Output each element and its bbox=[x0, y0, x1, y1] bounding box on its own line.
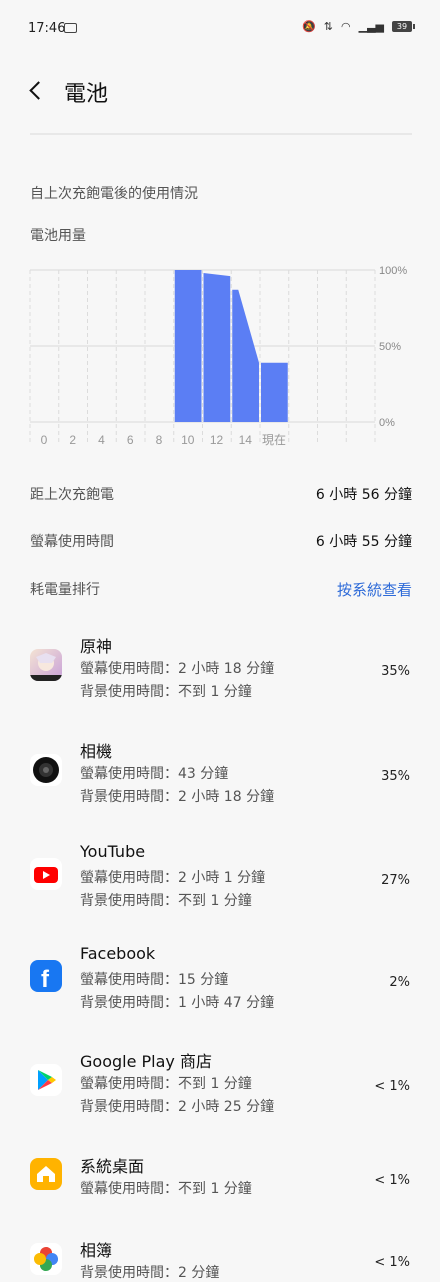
x-tick-label: 2 bbox=[69, 433, 76, 447]
app-percent: < 1% bbox=[374, 1173, 410, 1188]
x-tick-label: 6 bbox=[127, 433, 134, 447]
app-item-genshin[interactable]: 原神 螢幕使用時間：2 小時 18 分鐘 背景使用時間：不到 1 分鐘 35% bbox=[30, 633, 412, 703]
app-header: 電池 bbox=[0, 68, 440, 112]
screen-time-value: 6 小時 55 分鐘 bbox=[315, 534, 412, 550]
battery-usage-chart: 100% 50% 0% 0 2 4 6 8 10 12 14 現在 bbox=[29, 262, 410, 454]
app-background-time: 背景使用時間：不到 1 分鐘 bbox=[80, 893, 252, 909]
youtube-icon bbox=[30, 858, 62, 890]
app-name: 系統桌面 bbox=[80, 1157, 145, 1176]
ranking-label: 耗電量排行 bbox=[30, 582, 100, 598]
app-name: 原神 bbox=[80, 637, 113, 656]
app-name: Google Play 商店 bbox=[80, 1052, 212, 1071]
google-play-icon bbox=[30, 1064, 62, 1096]
app-percent: 35% bbox=[381, 769, 410, 784]
app-name: YouTube bbox=[80, 842, 146, 861]
chart-area-segment bbox=[174, 270, 202, 422]
chart-area-segment bbox=[261, 362, 288, 422]
photos-icon bbox=[30, 1243, 62, 1275]
app-screen-time: 螢幕使用時間：2 小時 18 分鐘 bbox=[80, 661, 275, 677]
app-screen-time: 螢幕使用時間：不到 1 分鐘 bbox=[80, 1181, 252, 1197]
app-background-time: 背景使用時間：2 小時 18 分鐘 bbox=[80, 789, 275, 805]
app-background-time: 背景使用時間：2 分鐘 bbox=[80, 1265, 220, 1281]
x-tick-label: 4 bbox=[98, 433, 105, 447]
status-bar: 17:46 🔕 ⇅ ◠ ▁▃▅ 39 bbox=[0, 0, 440, 60]
status-time: 17:46 bbox=[28, 21, 66, 36]
facebook-icon: f bbox=[30, 960, 62, 993]
app-percent: < 1% bbox=[374, 1255, 410, 1270]
cast-icon bbox=[64, 23, 77, 33]
x-tick-label: 12 bbox=[210, 433, 224, 447]
app-percent: < 1% bbox=[374, 1079, 410, 1094]
app-screen-time: 螢幕使用時間：不到 1 分鐘 bbox=[80, 1076, 252, 1092]
app-name: 相機 bbox=[80, 742, 113, 761]
back-icon[interactable] bbox=[24, 74, 48, 106]
app-background-time: 背景使用時間：1 小時 47 分鐘 bbox=[80, 995, 275, 1011]
y-tick-label: 0% bbox=[379, 417, 395, 429]
app-percent: 27% bbox=[381, 873, 410, 888]
app-item-youtube[interactable]: YouTube 螢幕使用時間：2 小時 1 分鐘 背景使用時間：不到 1 分鐘 … bbox=[30, 842, 412, 912]
genshin-icon bbox=[30, 649, 62, 681]
view-by-system-link[interactable]: 按系統查看 bbox=[337, 579, 412, 600]
chart-area-segment bbox=[232, 289, 259, 422]
page-title: 電池 bbox=[64, 82, 109, 107]
x-tick-label: 10 bbox=[181, 433, 195, 447]
since-charge-row: 距上次充飽電 6 小時 56 分鐘 bbox=[30, 480, 412, 508]
since-charge-value: 6 小時 56 分鐘 bbox=[315, 487, 412, 503]
home-icon bbox=[30, 1158, 62, 1190]
camera-icon bbox=[30, 754, 62, 786]
x-tick-label: 8 bbox=[156, 433, 163, 447]
screen-time-label: 螢幕使用時間 bbox=[30, 534, 114, 550]
app-item-facebook[interactable]: f Facebook 螢幕使用時間：15 分鐘 背景使用時間：1 小時 47 分… bbox=[30, 944, 412, 1014]
screen-time-row: 螢幕使用時間 6 小時 55 分鐘 bbox=[30, 527, 412, 555]
app-background-time: 背景使用時間：2 小時 25 分鐘 bbox=[80, 1099, 275, 1115]
app-name: Facebook bbox=[80, 944, 156, 963]
ranking-row: 耗電量排行 按系統查看 bbox=[30, 575, 412, 603]
x-tick-label: 14 bbox=[239, 433, 253, 447]
x-tick-label: 0 bbox=[41, 433, 48, 447]
mute-icon: 🔕 bbox=[302, 20, 316, 33]
app-screen-time: 螢幕使用時間：2 小時 1 分鐘 bbox=[80, 870, 266, 886]
since-charge-label: 距上次充飽電 bbox=[30, 487, 114, 503]
app-item-launcher[interactable]: 系統桌面 螢幕使用時間：不到 1 分鐘 < 1% bbox=[30, 1153, 412, 1201]
app-screen-time: 螢幕使用時間：15 分鐘 bbox=[80, 972, 229, 988]
app-percent: 35% bbox=[381, 664, 410, 679]
app-percent: 2% bbox=[389, 975, 410, 990]
app-item-photos[interactable]: 相簿 背景使用時間：2 分鐘 < 1% bbox=[30, 1237, 412, 1281]
wifi-icon: ◠ bbox=[341, 20, 351, 33]
status-icons: 🔕 ⇅ ◠ ▁▃▅ 39 bbox=[302, 20, 415, 33]
app-name: 相簿 bbox=[80, 1241, 113, 1260]
data-icon: ⇅ bbox=[323, 20, 333, 33]
since-full-label: 自上次充飽電後的使用情況 bbox=[30, 186, 198, 202]
app-item-google-play[interactable]: Google Play 商店 螢幕使用時間：不到 1 分鐘 背景使用時間：2 小… bbox=[30, 1048, 412, 1118]
app-background-time: 背景使用時間：不到 1 分鐘 bbox=[80, 684, 252, 700]
y-tick-label: 100% bbox=[379, 265, 407, 277]
signal-icon: ▁▃▅ bbox=[358, 20, 384, 33]
y-tick-label: 50% bbox=[379, 341, 401, 353]
app-item-camera[interactable]: 相機 螢幕使用時間：43 分鐘 背景使用時間：2 小時 18 分鐘 35% bbox=[30, 738, 412, 808]
svg-text:f: f bbox=[41, 966, 50, 992]
usage-label: 電池用量 bbox=[30, 228, 86, 244]
battery-icon: 39 bbox=[392, 21, 415, 32]
app-screen-time: 螢幕使用時間：43 分鐘 bbox=[80, 766, 229, 782]
chart-area-segment bbox=[203, 273, 231, 422]
divider bbox=[30, 133, 412, 135]
x-tick-label: 現在 bbox=[262, 433, 286, 447]
battery-chart-svg: 100% 50% 0% 0 2 4 6 8 10 12 14 現在 bbox=[29, 265, 407, 447]
